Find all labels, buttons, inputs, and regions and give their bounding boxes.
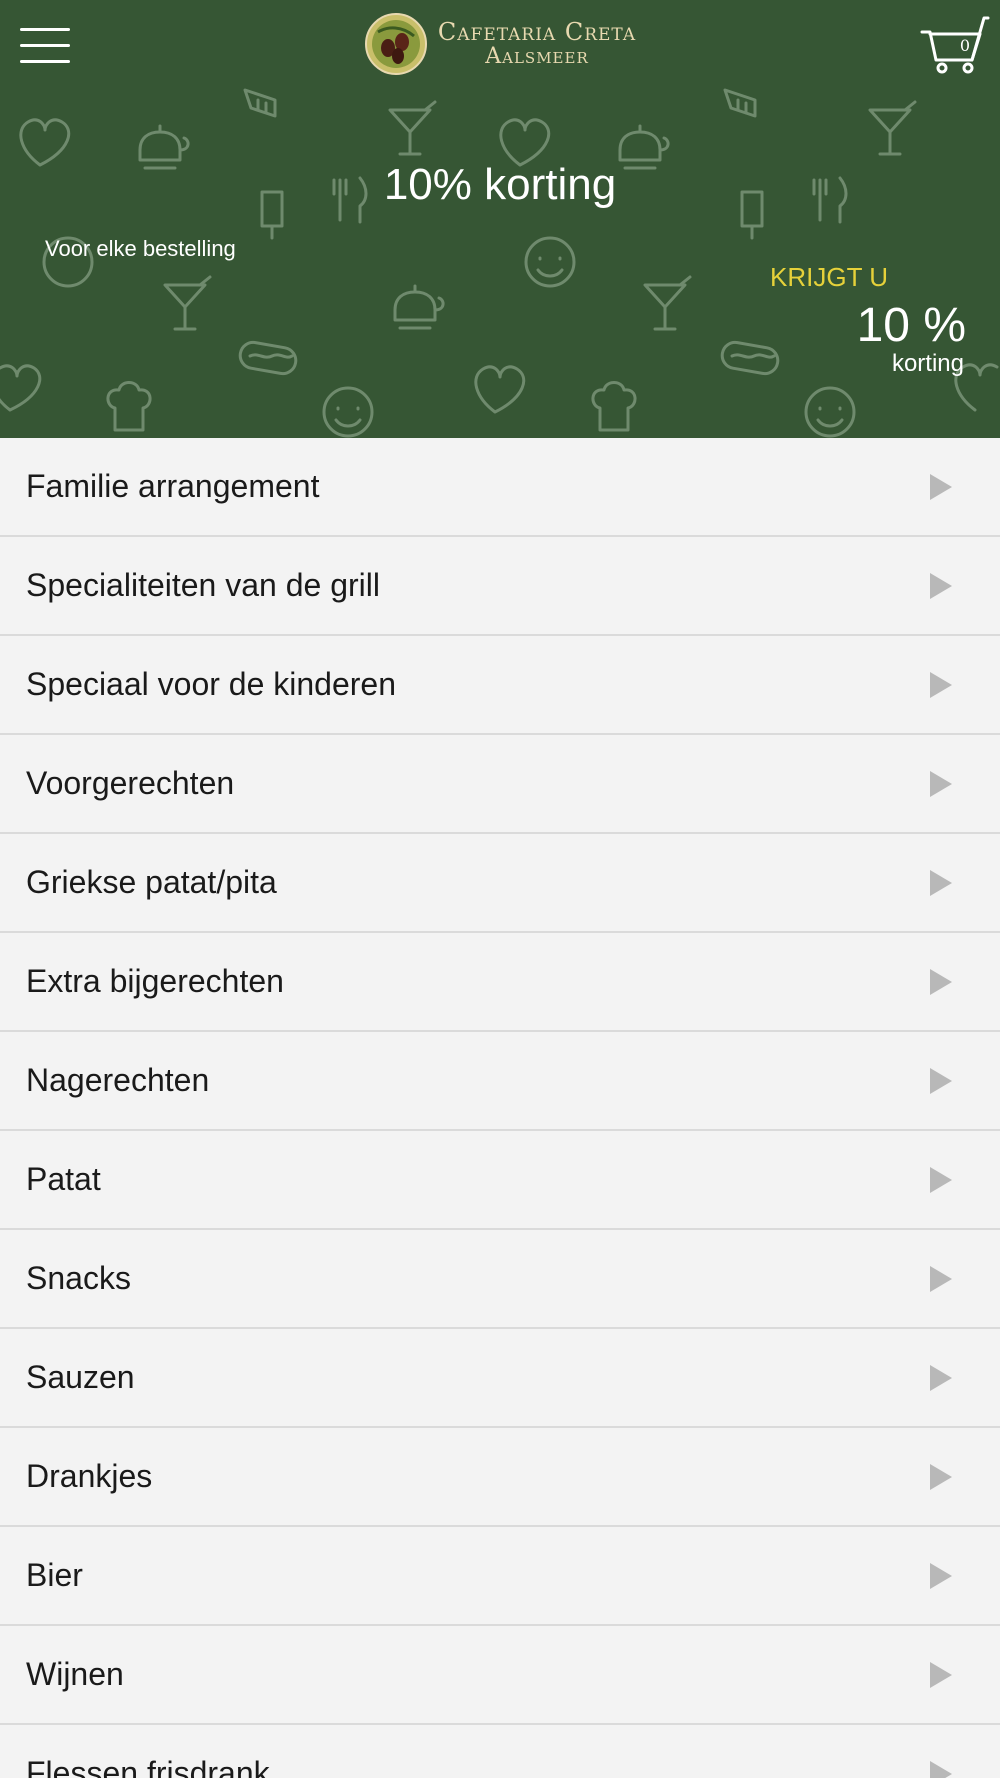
category-label: Specialiteiten van de grill [26, 567, 380, 603]
category-item-voorgerechten[interactable]: Voorgerechten [0, 735, 1000, 834]
logo-name: Cafetaria Creta [437, 18, 637, 46]
category-item-griekse-patat-pita[interactable]: Griekse patat/pita [0, 834, 1000, 933]
chevron-right-icon [930, 1365, 952, 1391]
category-item-sauzen[interactable]: Sauzen [0, 1329, 1000, 1428]
shopping-cart-button[interactable]: 0 [920, 14, 990, 76]
restaurant-logo[interactable]: Cafetaria Creta Aalsmeer [364, 12, 644, 80]
chevron-right-icon [930, 1167, 952, 1193]
chevron-right-icon [930, 474, 952, 500]
chevron-right-icon [930, 771, 952, 797]
cart-count-badge: 0 [959, 36, 971, 55]
chevron-right-icon [930, 1662, 952, 1688]
chevron-right-icon [930, 1563, 952, 1589]
category-label: Extra bijgerechten [26, 963, 284, 999]
promo-subtitle: Voor elke bestelling [45, 236, 236, 261]
promo-krijgt-label: KRIJGT U [770, 262, 888, 292]
promo-percent: 10 % [856, 299, 966, 352]
category-label: Drankjes [26, 1458, 153, 1494]
hamburger-menu-icon [20, 28, 70, 31]
chevron-right-icon [930, 1761, 952, 1778]
category-item-wijnen[interactable]: Wijnen [0, 1626, 1000, 1725]
category-label: Voorgerechten [26, 765, 235, 801]
category-item-speciaal-kinderen[interactable]: Speciaal voor de kinderen [0, 636, 1000, 735]
category-item-specialiteiten-grill[interactable]: Specialiteiten van de grill [0, 537, 1000, 636]
category-item-bier[interactable]: Bier [0, 1527, 1000, 1626]
category-item-drankjes[interactable]: Drankjes [0, 1428, 1000, 1527]
promo-percent-label: korting [891, 350, 964, 377]
category-label: Patat [26, 1161, 101, 1197]
chevron-right-icon [930, 969, 952, 995]
chevron-right-icon [930, 573, 952, 599]
category-label: Wijnen [26, 1656, 124, 1692]
chevron-right-icon [930, 1068, 952, 1094]
category-item-patat[interactable]: Patat [0, 1131, 1000, 1230]
category-item-flessen-frisdrank[interactable]: Flessen frisdrank [0, 1725, 1000, 1778]
category-label: Familie arrangement [26, 468, 320, 504]
category-label: Speciaal voor de kinderen [26, 666, 397, 702]
category-label: Bier [26, 1557, 83, 1593]
chevron-right-icon [930, 870, 952, 896]
olive-logo-icon [365, 13, 427, 75]
category-label: Snacks [26, 1260, 131, 1296]
category-label: Flessen frisdrank [26, 1755, 270, 1778]
promo-banner: Cafetaria Creta Aalsmeer 0 10% korting V… [0, 0, 1000, 438]
hamburger-menu-icon-line [20, 44, 70, 47]
category-item-extra-bijgerechten[interactable]: Extra bijgerechten [0, 933, 1000, 1032]
category-item-nagerechten[interactable]: Nagerechten [0, 1032, 1000, 1131]
logo-location: Aalsmeer [485, 44, 589, 69]
category-item-snacks[interactable]: Snacks [0, 1230, 1000, 1329]
hamburger-menu-button[interactable] [20, 24, 70, 66]
promo-title: 10% korting [383, 160, 617, 209]
hamburger-menu-icon-line [20, 60, 70, 63]
category-list: Familie arrangement Specialiteiten van d… [0, 438, 1000, 1778]
category-label: Nagerechten [26, 1062, 210, 1098]
chevron-right-icon [930, 672, 952, 698]
category-label: Sauzen [26, 1359, 135, 1395]
chevron-right-icon [930, 1464, 952, 1490]
category-item-familie-arrangement[interactable]: Familie arrangement [0, 438, 1000, 537]
category-label: Griekse patat/pita [26, 864, 277, 900]
chevron-right-icon [930, 1266, 952, 1292]
logo-text: Cafetaria Creta Aalsmeer [432, 20, 642, 68]
